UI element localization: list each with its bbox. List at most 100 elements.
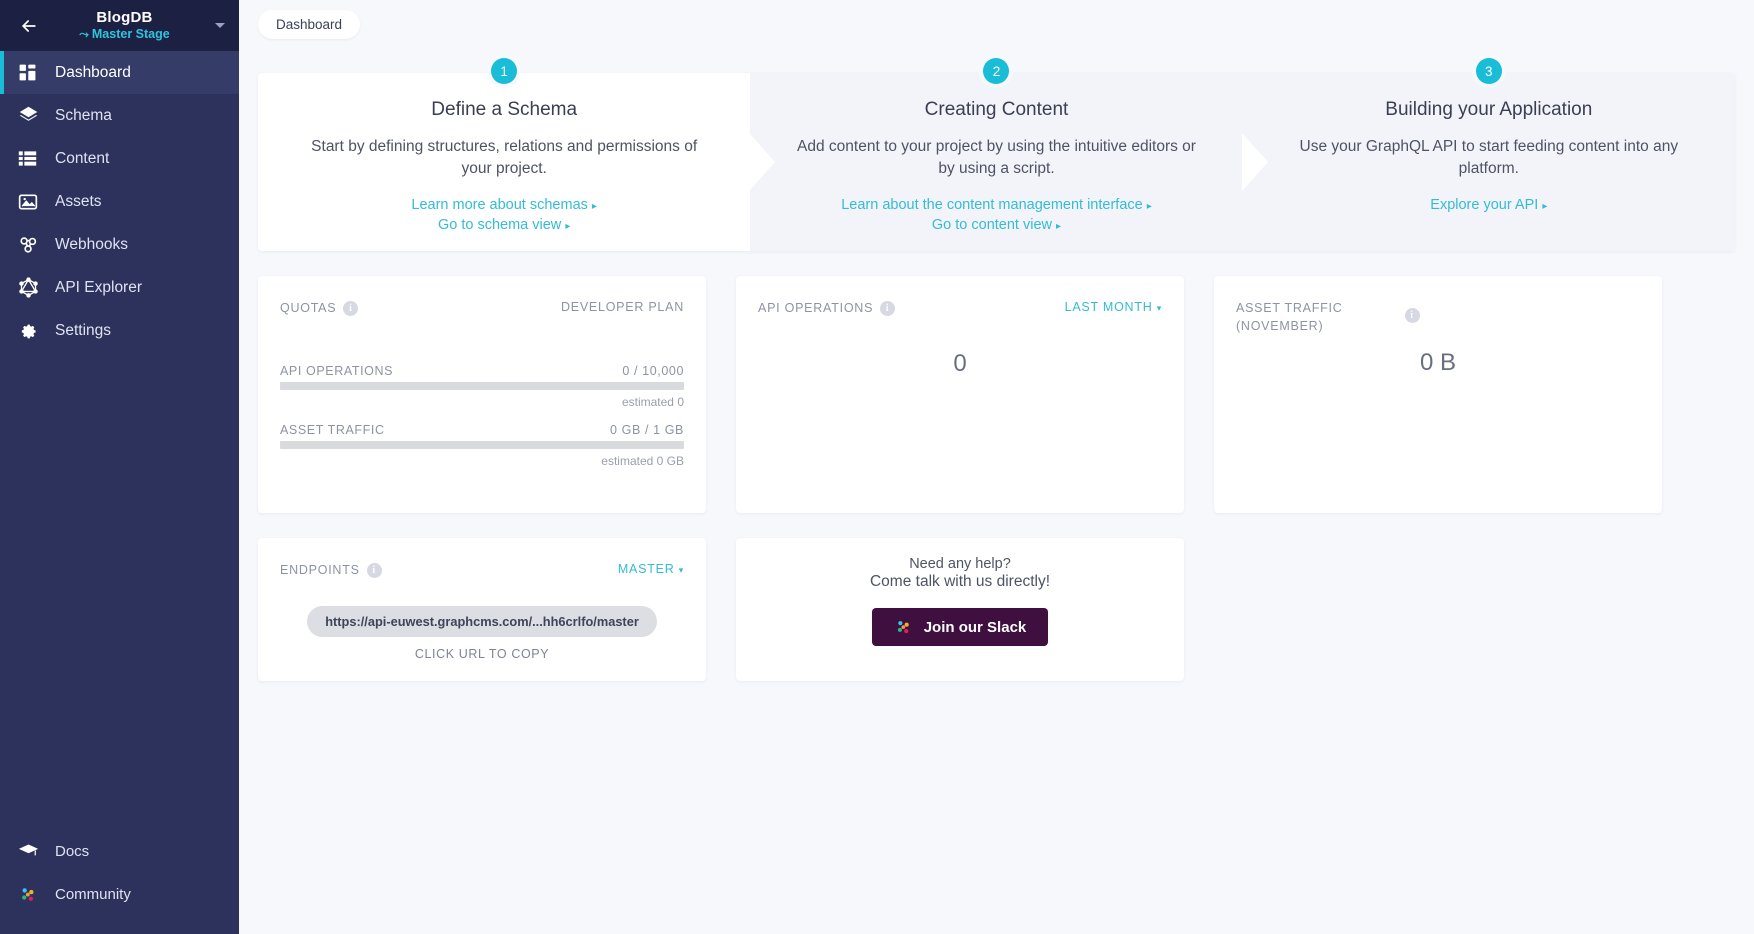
arrow-right-icon: ▸	[1542, 201, 1547, 212]
quota-name: API OPERATIONS	[280, 364, 393, 378]
gear-icon	[18, 321, 44, 341]
project-titles: BlogDB ⤳ Master Stage	[40, 10, 215, 41]
asset-traffic-value: 0 B	[1236, 349, 1640, 377]
project-name: BlogDB	[40, 10, 209, 26]
help-line-1: Need any help?	[758, 556, 1162, 572]
quota-item-asset-traffic: ASSET TRAFFIC 0 GB / 1 GB estimated 0 GB	[280, 423, 684, 468]
endpoints-card-header: ENDPOINTS i MASTER ▾	[280, 562, 684, 580]
onboarding-strip: 1 Define a Schema Start by defining stru…	[258, 73, 1735, 251]
endpoint-url-wrap: https://api-euwest.graphcms.com/...hh6cr…	[280, 606, 684, 637]
sidebar-item-label: Schema	[55, 107, 112, 125]
sidebar-item-settings[interactable]: Settings	[0, 309, 239, 352]
step-link-learn-schemas[interactable]: Learn more about schemas ▸	[300, 197, 708, 213]
panel-notch-icon	[749, 73, 775, 251]
sidebar-item-community[interactable]: Community	[0, 873, 239, 916]
sidebar-item-label: API Explorer	[55, 279, 142, 297]
step-number-badge: 2	[983, 58, 1009, 84]
project-stage: ⤳ Master Stage	[40, 28, 209, 41]
chevron-down-icon[interactable]	[215, 23, 225, 28]
help-line-2: Come talk with us directly!	[758, 573, 1162, 591]
sidebar-item-label: Dashboard	[55, 64, 131, 82]
join-slack-button[interactable]: Join our Slack	[872, 608, 1049, 646]
help-card: Need any help? Come talk with us directl…	[736, 538, 1184, 681]
sidebar-item-label: Docs	[55, 843, 89, 860]
info-icon[interactable]: i	[367, 563, 382, 578]
step-number-badge: 3	[1476, 58, 1502, 84]
asset-traffic-card-header: ASSET TRAFFIC (NOVEMBER) i	[1236, 300, 1640, 335]
quota-list: API OPERATIONS 0 / 10,000 estimated 0 AS…	[280, 364, 684, 468]
sidebar-item-api-explorer[interactable]: API Explorer	[0, 266, 239, 309]
graduation-cap-icon	[18, 841, 44, 862]
join-slack-label: Join our Slack	[924, 619, 1027, 636]
sidebar-item-label: Webhooks	[55, 236, 128, 254]
quota-value: 0 GB / 1 GB	[610, 423, 684, 437]
arrow-right-icon: ▸	[1147, 201, 1152, 212]
sidebar-item-label: Settings	[55, 322, 111, 340]
info-icon[interactable]: i	[343, 301, 358, 316]
step-link-schema-view[interactable]: Go to schema view ▸	[300, 217, 708, 233]
layers-icon	[18, 105, 44, 126]
step-number-badge: 1	[491, 58, 517, 84]
info-icon[interactable]: i	[880, 301, 895, 316]
quota-value: 0 / 10,000	[622, 364, 684, 378]
graphql-icon	[18, 277, 44, 298]
sidebar-item-schema[interactable]: Schema	[0, 94, 239, 137]
quota-progress-bar	[280, 441, 684, 449]
chevron-down-icon: ▾	[679, 565, 684, 575]
onboarding-step-3: 3 Building your Application Use your Gra…	[1243, 73, 1735, 251]
quota-estimate: estimated 0	[280, 395, 684, 409]
onboarding-step-1: 1 Define a Schema Start by defining stru…	[258, 73, 750, 251]
sidebar-item-label: Community	[55, 886, 131, 903]
panel-notch-icon	[1242, 73, 1268, 251]
chevron-down-icon: ▾	[1157, 303, 1162, 313]
sidebar-item-content[interactable]: Content	[0, 137, 239, 180]
sidebar-item-webhooks[interactable]: Webhooks	[0, 223, 239, 266]
endpoint-url[interactable]: https://api-euwest.graphcms.com/...hh6cr…	[307, 606, 657, 637]
image-icon	[18, 192, 44, 212]
sidebar-item-docs[interactable]: Docs	[0, 830, 239, 873]
api-operations-value: 0	[758, 350, 1162, 378]
sidebar-nav: Dashboard Schema	[0, 51, 239, 352]
step-link-explore-api[interactable]: Explore your API ▸	[1285, 197, 1693, 213]
endpoints-stage-select[interactable]: MASTER ▾	[618, 562, 684, 576]
step-description: Add content to your project by using the…	[792, 136, 1200, 181]
tab-dashboard[interactable]: Dashboard	[258, 10, 360, 39]
api-operations-card: API OPERATIONS i LAST MONTH ▾ 0	[736, 276, 1184, 513]
sidebar-bottom-nav: Docs Community	[0, 830, 239, 934]
api-operations-range-select[interactable]: LAST MONTH ▾	[1065, 300, 1162, 314]
sidebar-item-assets[interactable]: Assets	[0, 180, 239, 223]
slack-icon	[894, 618, 913, 637]
sidebar-item-dashboard[interactable]: Dashboard	[0, 51, 239, 94]
webhook-icon	[18, 234, 44, 255]
sidebar: BlogDB ⤳ Master Stage Dashboa	[0, 0, 239, 934]
list-icon	[18, 149, 44, 168]
dashboard-content: 1 Define a Schema Start by defining stru…	[239, 73, 1754, 681]
step-title: Creating Content	[792, 99, 1200, 121]
quotas-card: QUOTAS i DEVELOPER PLAN API OPERATIONS 0…	[258, 276, 706, 513]
asset-traffic-label: ASSET TRAFFIC (NOVEMBER) i	[1236, 300, 1420, 335]
quota-item-api-operations: API OPERATIONS 0 / 10,000 estimated 0	[280, 364, 684, 409]
arrow-right-icon: ▸	[592, 201, 597, 212]
info-icon[interactable]: i	[1405, 308, 1420, 323]
step-link-content-view[interactable]: Go to content view ▸	[792, 217, 1200, 233]
asset-traffic-card: ASSET TRAFFIC (NOVEMBER) i 0 B	[1214, 276, 1662, 513]
api-operations-label: API OPERATIONS i	[758, 300, 895, 318]
back-arrow-icon[interactable]	[18, 15, 40, 37]
sidebar-project-header[interactable]: BlogDB ⤳ Master Stage	[0, 0, 239, 51]
plan-label: DEVELOPER PLAN	[561, 300, 684, 314]
step-link-content-management[interactable]: Learn about the content management inter…	[792, 197, 1200, 213]
arrow-right-icon: ▸	[565, 221, 570, 232]
sidebar-item-label: Content	[55, 150, 109, 168]
topbar: Dashboard	[239, 0, 1754, 48]
sidebar-spacer	[0, 352, 239, 830]
step-description: Start by defining structures, relations …	[300, 136, 708, 181]
endpoint-copy-hint: CLICK URL TO COPY	[280, 647, 684, 661]
quota-progress-bar	[280, 382, 684, 390]
endpoints-card: ENDPOINTS i MASTER ▾ https://api-euwest.…	[258, 538, 706, 681]
step-description: Use your GraphQL API to start feeding co…	[1285, 136, 1693, 181]
quota-estimate: estimated 0 GB	[280, 454, 684, 468]
slack-icon	[18, 885, 44, 905]
onboarding-step-2: 2 Creating Content Add content to your p…	[750, 73, 1242, 251]
grid-icon	[18, 63, 44, 82]
branch-icon: ⤳	[79, 28, 89, 40]
